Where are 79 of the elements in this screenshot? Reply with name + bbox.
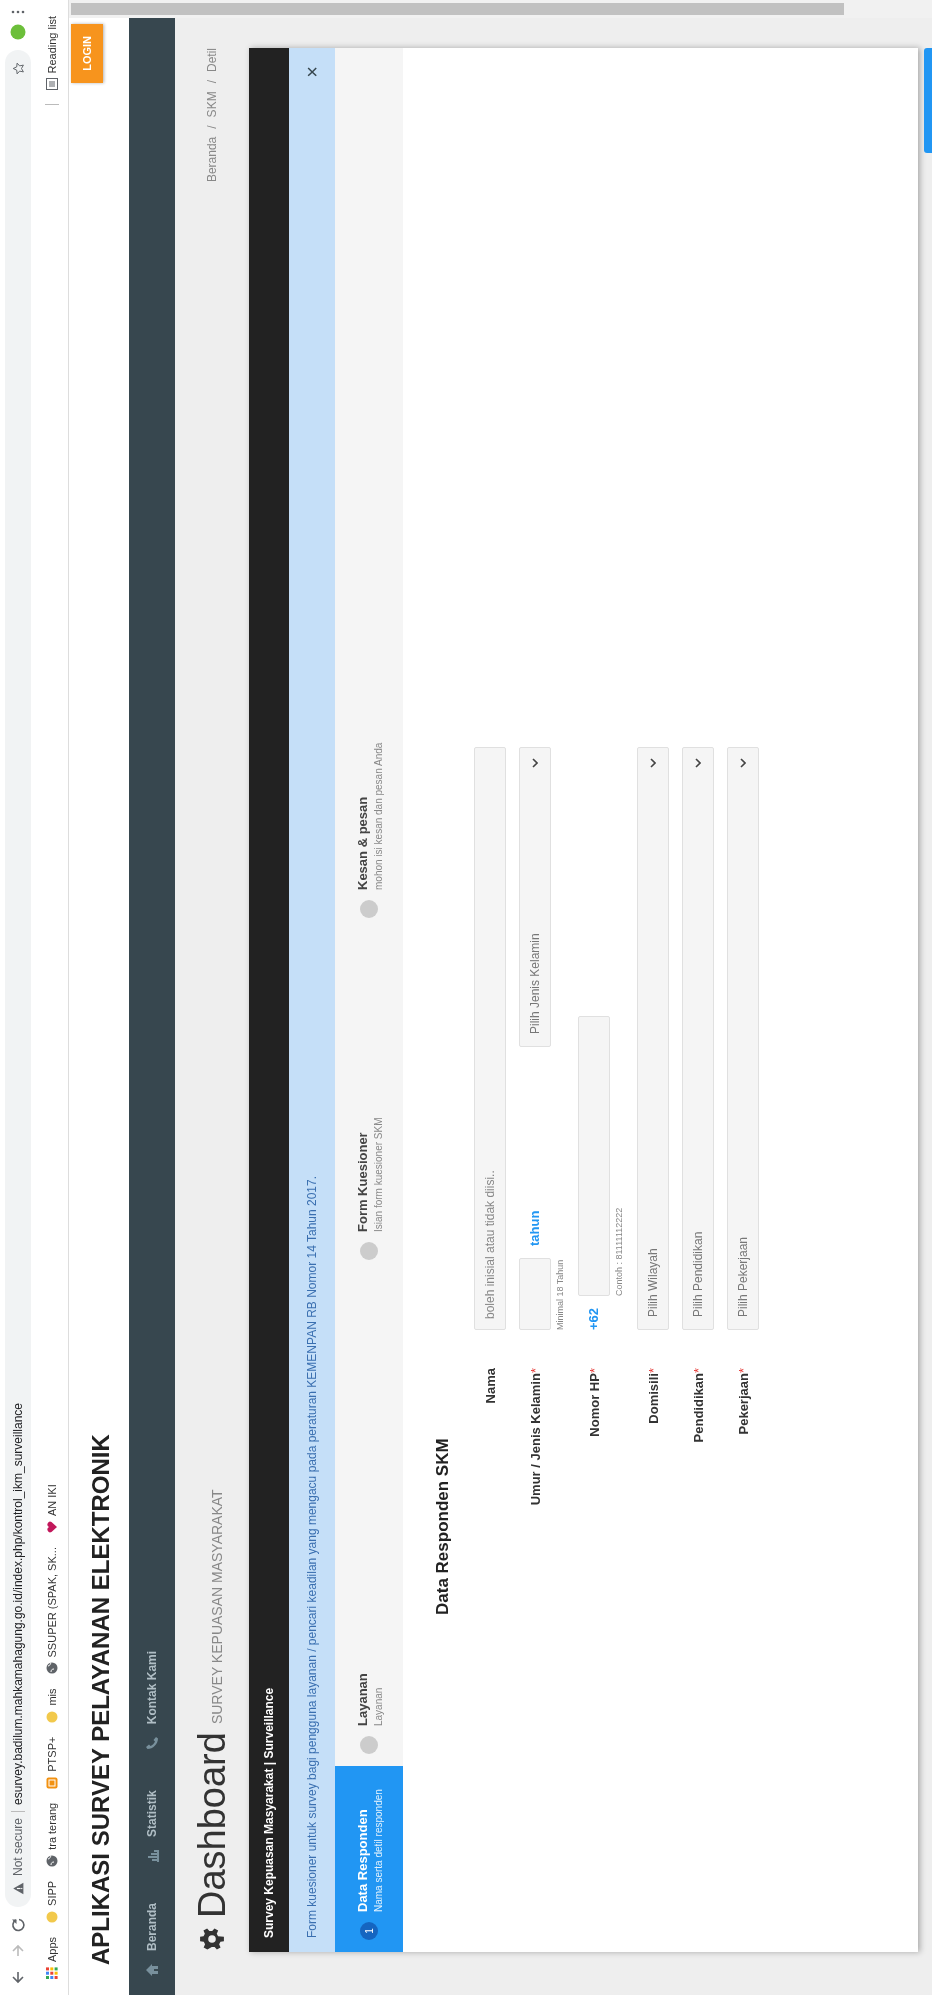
warning-icon bbox=[11, 1882, 25, 1895]
bookmark-link[interactable]: Apps bbox=[46, 1936, 58, 1979]
bookmark-link[interactable]: SIPP bbox=[46, 1880, 58, 1923]
field-label: Pekerjaan* bbox=[735, 1367, 751, 1437]
bookmark-link[interactable]: AN IKI bbox=[46, 1484, 58, 1534]
select-field[interactable]: Pilih Wilayah bbox=[637, 747, 669, 1330]
select-field[interactable]: Pilih Pendidikan bbox=[682, 747, 714, 1330]
field-label: Nama bbox=[482, 1367, 498, 1406]
step-number bbox=[360, 1736, 378, 1754]
globe-icon bbox=[46, 1662, 58, 1675]
phone-input[interactable] bbox=[578, 1016, 610, 1296]
wizard-step[interactable]: Form Kuesioner Isian form kuesioner SKM bbox=[335, 930, 403, 1272]
app-title: APLIKASI SURVEY PELAYANAN ELEKTRONIK bbox=[87, 1434, 115, 1965]
home-icon bbox=[145, 1963, 159, 1977]
settings-icon bbox=[199, 1926, 225, 1952]
step-title: Layanan bbox=[354, 1673, 370, 1726]
nav-link[interactable]: Beranda bbox=[145, 1902, 159, 1977]
apps-grid-icon bbox=[46, 1967, 58, 1979]
step-description: Isian form kuesioner SKM bbox=[372, 1117, 384, 1232]
caret-icon bbox=[650, 758, 656, 768]
step-number bbox=[360, 1242, 378, 1260]
step-description: mohon isi kesan dan pesan Anda bbox=[372, 742, 384, 890]
card-title: Survey Kepuasan Masyarakat | Surveillance bbox=[262, 1687, 276, 1938]
field-label: Domisili* bbox=[645, 1367, 661, 1426]
breadcrumb-separator: / bbox=[205, 80, 219, 84]
step-description: Nama serta detil responden bbox=[372, 1789, 384, 1912]
heart-icon bbox=[46, 1521, 58, 1534]
step-number bbox=[360, 900, 378, 918]
nav-link[interactable]: Statistik bbox=[145, 1790, 159, 1863]
step-title: Kesan & pesan bbox=[354, 795, 370, 890]
field-label: Nomor HP* bbox=[586, 1367, 602, 1439]
phone-hint: Contoh : 81111112222 bbox=[614, 1206, 624, 1296]
wizard-step[interactable]: Layanan Layanan bbox=[335, 1272, 403, 1766]
reload-icon[interactable] bbox=[10, 1917, 26, 1933]
globe-icon bbox=[46, 1854, 58, 1867]
caret-icon bbox=[740, 758, 746, 768]
circle-icon bbox=[46, 1710, 58, 1723]
square-icon bbox=[46, 1776, 58, 1789]
address-bar[interactable]: Not secure esurvey.badilum.mahkamahagung.go.id/index.php/kontrol_ikm_surveillance bbox=[5, 50, 31, 1907]
url-text: esurvey.badilum.mahkamahagung.go.id/index.php/kontrol_ikm_surveillance bbox=[11, 1402, 25, 1805]
field-label: Umur / Jenis Kelamin* bbox=[527, 1367, 543, 1508]
breadcrumb-separator: / bbox=[205, 125, 219, 129]
field-label: Pendidikan* bbox=[690, 1367, 706, 1445]
bookmark-link[interactable]: PTSP+ bbox=[46, 1736, 58, 1789]
step-title: Form Kuesioner bbox=[354, 1131, 370, 1232]
reading-list-link[interactable]: Reading list bbox=[46, 16, 58, 91]
gender-select[interactable]: Pilih Jenis Kelamin bbox=[519, 747, 551, 1047]
reading-list-icon bbox=[46, 78, 58, 91]
bookmark-link[interactable]: SSUPER (SPAK, SK... bbox=[46, 1547, 58, 1675]
caret-icon bbox=[695, 758, 701, 768]
close-button[interactable]: × bbox=[300, 62, 324, 82]
forward-icon[interactable] bbox=[10, 1943, 26, 1959]
security-label: Not secure bbox=[11, 1817, 25, 1876]
bookmark-link[interactable]: mis bbox=[46, 1688, 58, 1723]
notice-text: Form kuesioner untuk survey bagi pengguna layanan / pencari keadilan yang mengacu pada peraturan KEMENPAN RB Nomor 14 Tahun 2017. bbox=[305, 1175, 319, 1938]
phone-prefix: +62 bbox=[585, 1308, 601, 1330]
circle-icon bbox=[46, 1910, 58, 1923]
unit-label: tahun bbox=[526, 1210, 542, 1246]
nav-link[interactable]: Kontak Kami bbox=[145, 1650, 159, 1751]
star-icon[interactable] bbox=[11, 62, 25, 75]
age-input[interactable] bbox=[519, 1258, 551, 1330]
phone-icon bbox=[145, 1736, 159, 1751]
bar-chart-icon bbox=[145, 1848, 159, 1863]
menu-icon[interactable] bbox=[10, 10, 26, 14]
scrollbar[interactable] bbox=[69, 0, 932, 18]
step-number: 1 bbox=[360, 1922, 378, 1940]
caret-icon bbox=[532, 758, 538, 768]
step-title: Data Responden bbox=[354, 1808, 370, 1912]
wizard-step[interactable]: Kesan & pesan mohon isi kesan dan pesan Anda bbox=[335, 48, 403, 930]
profile-avatar-icon[interactable] bbox=[10, 24, 26, 40]
age-hint: Minimal 18 Tahun bbox=[555, 1258, 565, 1330]
wizard-step[interactable]: 1 Data Responden Nama serta detil responden bbox=[335, 1766, 403, 1952]
page-title: Dashboard bbox=[190, 1732, 234, 1918]
section-title: Data Responden SKM bbox=[433, 1437, 453, 1617]
select-field[interactable]: Pilih Pekerjaan bbox=[727, 747, 759, 1330]
back-icon[interactable] bbox=[10, 1969, 26, 1985]
step-description: Layanan bbox=[372, 1686, 384, 1726]
page-subtitle: SURVEY KEPUASAN MASYARAKAT bbox=[209, 1489, 225, 1725]
bookmark-link[interactable]: tra terang bbox=[46, 1802, 58, 1867]
